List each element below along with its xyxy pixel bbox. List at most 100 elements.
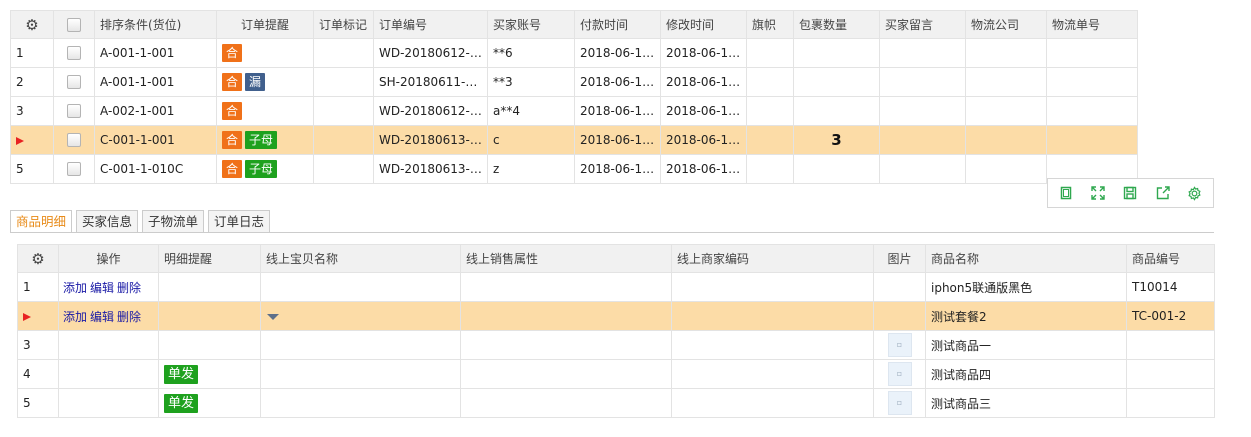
tab-1[interactable]: 商品明细: [10, 210, 73, 233]
export-icon[interactable]: [1153, 183, 1173, 203]
detail-row[interactable]: 5 单发 ▫ 测试商品三: [17, 388, 1215, 418]
buyer-message: [879, 67, 966, 97]
order-row[interactable]: 5 C-001-1-010C 合子母 WD-20180613-001 z 2018-06-…: [10, 154, 1138, 184]
image-cell: ▫: [873, 359, 926, 389]
add-link[interactable]: 添加: [63, 281, 87, 295]
column-header[interactable]: 物流单号: [1046, 10, 1138, 39]
column-header[interactable]: 线上商家编码: [671, 244, 874, 273]
online-item-name: [260, 272, 461, 302]
dropdown-caret-icon[interactable]: [267, 313, 279, 320]
row-checkbox-cell: [53, 67, 95, 97]
detail-row[interactable]: 添加 编辑 删除 测试套餐2 TC-001-2: [17, 301, 1215, 331]
square-icon[interactable]: [1056, 183, 1076, 203]
package-count: [793, 96, 880, 126]
modify-time: 2018-06-12 ...: [660, 96, 747, 126]
product-number: T10014: [1126, 272, 1215, 302]
column-header[interactable]: 订单标记: [313, 10, 374, 39]
online-sale-attr: [460, 272, 672, 302]
online-sale-attr: [460, 359, 672, 389]
column-header[interactable]: 订单编号: [373, 10, 488, 39]
column-header[interactable]: 修改时间: [660, 10, 747, 39]
row-checkbox[interactable]: [67, 46, 81, 61]
grid-toolbar: [1047, 178, 1214, 208]
remind-badge: 漏: [245, 73, 266, 91]
row-number: 3: [10, 96, 54, 126]
order-remind-cell: 合子母: [216, 125, 314, 155]
detail-row[interactable]: 4 单发 ▫ 测试商品四: [17, 359, 1215, 389]
edit-link[interactable]: 编辑: [90, 310, 114, 324]
package-count-value: 3: [831, 131, 842, 149]
buyer-message: [879, 38, 966, 68]
remind-badge: 合: [222, 44, 243, 62]
column-header[interactable]: 包裹数量: [793, 10, 880, 39]
order-row[interactable]: C-001-1-001 合子母 WD-20180613-002 c 2018-06-13…: [10, 125, 1138, 155]
column-header[interactable]: 商品编号: [1126, 244, 1215, 273]
column-header[interactable]: 操作: [58, 244, 159, 273]
sort-location: A-002-1-001: [94, 96, 217, 126]
delete-link[interactable]: 删除: [117, 310, 141, 324]
image-cell: ▫: [873, 330, 926, 360]
tab-3[interactable]: 子物流单: [142, 210, 205, 233]
product-name: 测试商品三: [925, 388, 1127, 418]
pay-time: 2018-06-12 ...: [574, 38, 661, 68]
column-header[interactable]: 线上销售属性: [460, 244, 672, 273]
online-merchant-code: [671, 301, 874, 331]
detail-row[interactable]: 1 添加 编辑 删除 iphon5联通版黑色 T10014: [17, 272, 1215, 302]
order-number: WD-20180612-001: [373, 38, 488, 68]
order-number: WD-20180613-002: [373, 125, 488, 155]
remind-badge: 合: [222, 73, 243, 91]
column-header[interactable]: 排序条件(货位): [94, 10, 217, 39]
package-count: 3: [793, 125, 880, 155]
edit-link[interactable]: 编辑: [90, 281, 114, 295]
online-item-name[interactable]: [260, 301, 461, 331]
column-header[interactable]: 物流公司: [965, 10, 1047, 39]
order-remind-cell: 合子母: [216, 154, 314, 184]
add-link[interactable]: 添加: [63, 310, 87, 324]
column-header[interactable]: 买家账号: [487, 10, 575, 39]
order-remind-cell: 合: [216, 96, 314, 126]
buyer-account: z: [487, 154, 575, 184]
column-settings-icon[interactable]: ⚙: [10, 10, 54, 39]
settings-icon[interactable]: [1185, 183, 1205, 203]
delete-link[interactable]: 删除: [117, 281, 141, 295]
product-thumbnail-icon[interactable]: ▫: [887, 362, 912, 386]
order-row[interactable]: 3 A-002-1-001 合 WD-20180612-002 a**4 2018-06-…: [10, 96, 1138, 126]
online-item-name: [260, 388, 461, 418]
order-row[interactable]: 1 A-001-1-001 合 WD-20180612-001 **6 2018-06-1…: [10, 38, 1138, 68]
column-header[interactable]: 线上宝贝名称: [260, 244, 461, 273]
order-number: SH-20180611-002: [373, 67, 488, 97]
tab-2[interactable]: 买家信息: [76, 210, 139, 233]
buyer-message: [879, 154, 966, 184]
column-header[interactable]: 付款时间: [574, 10, 661, 39]
column-header[interactable]: 订单提醒: [216, 10, 314, 39]
column-header[interactable]: 明细提醒: [158, 244, 261, 273]
actions-cell: 添加 编辑 删除: [58, 272, 159, 302]
column-header[interactable]: 旗帜: [746, 10, 794, 39]
row-checkbox[interactable]: [67, 104, 81, 119]
pay-time: 2018-06-12 ...: [574, 67, 661, 97]
tab-divider: [10, 232, 1214, 233]
order-row[interactable]: 2 A-001-1-001 合漏 SH-20180611-002 **3 2018-06-…: [10, 67, 1138, 97]
row-checkbox[interactable]: [67, 133, 81, 148]
column-header[interactable]: 商品名称: [925, 244, 1127, 273]
expand-icon[interactable]: [1088, 183, 1108, 203]
column-header[interactable]: 买家留言: [879, 10, 966, 39]
column-header[interactable]: 图片: [873, 244, 926, 273]
tab-4[interactable]: 订单日志: [208, 210, 271, 233]
remind-badge: 合: [222, 160, 243, 178]
product-thumbnail-icon[interactable]: ▫: [887, 333, 912, 357]
sort-location: C-001-1-001: [94, 125, 217, 155]
sort-location: C-001-1-010C: [94, 154, 217, 184]
column-settings-icon[interactable]: ⚙: [17, 244, 59, 273]
row-checkbox-cell: [53, 96, 95, 126]
select-all-checkbox[interactable]: [53, 10, 95, 39]
row-checkbox[interactable]: [67, 75, 81, 90]
row-checkbox[interactable]: [67, 162, 81, 177]
save-icon[interactable]: [1120, 183, 1140, 203]
product-thumbnail-icon[interactable]: ▫: [887, 391, 912, 415]
product-number: [1126, 359, 1215, 389]
detail-row[interactable]: 3 ▫ 测试商品一: [17, 330, 1215, 360]
buyer-account: a**4: [487, 96, 575, 126]
logistics-company: [965, 67, 1047, 97]
logistics-company: [965, 154, 1047, 184]
